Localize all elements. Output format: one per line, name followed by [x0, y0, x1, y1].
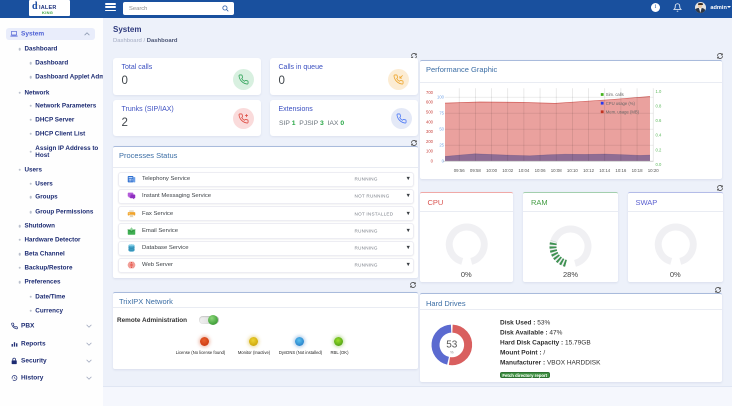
- svg-text:500: 500: [426, 109, 434, 114]
- svg-text:700: 700: [426, 90, 434, 95]
- svg-text:CPU usage (%): CPU usage (%): [606, 101, 636, 106]
- svg-text:10:20: 10:20: [648, 168, 660, 173]
- svg-text:09:58: 09:58: [470, 168, 482, 173]
- svg-text:0.0: 0.0: [655, 162, 661, 167]
- svg-text:10:18: 10:18: [632, 168, 644, 173]
- svg-text:10:10: 10:10: [567, 168, 579, 173]
- svg-text:10:08: 10:08: [551, 168, 563, 173]
- svg-text:25: 25: [439, 142, 444, 147]
- svg-text:1.0: 1.0: [655, 89, 661, 94]
- svg-text:0.4: 0.4: [655, 132, 661, 137]
- svg-text:200: 200: [426, 139, 434, 144]
- svg-text:10:06: 10:06: [535, 168, 547, 173]
- svg-text:100: 100: [437, 94, 445, 99]
- svg-text:100: 100: [426, 148, 434, 153]
- svg-text:600: 600: [426, 99, 434, 104]
- svg-text:%: %: [450, 350, 454, 355]
- svg-text:75: 75: [439, 110, 444, 115]
- svg-text:300: 300: [426, 129, 434, 134]
- svg-text:10:00: 10:00: [486, 168, 498, 173]
- svg-text:0: 0: [431, 158, 434, 163]
- svg-text:10:12: 10:12: [583, 168, 595, 173]
- svg-text:10:04: 10:04: [518, 168, 530, 173]
- svg-text:50: 50: [439, 126, 444, 131]
- svg-text:0.2: 0.2: [655, 147, 661, 152]
- svg-text:10:14: 10:14: [599, 168, 611, 173]
- svg-text:09:56: 09:56: [454, 168, 466, 173]
- svg-text:0.8: 0.8: [655, 103, 661, 108]
- svg-text:400: 400: [426, 119, 434, 124]
- svg-text:Mem. usage (MB): Mem. usage (MB): [606, 109, 640, 114]
- svg-text:0.6: 0.6: [655, 118, 661, 123]
- svg-text:10:02: 10:02: [502, 168, 514, 173]
- svg-text:10:16: 10:16: [615, 168, 627, 173]
- svg-text:Sim. calls: Sim. calls: [606, 92, 624, 97]
